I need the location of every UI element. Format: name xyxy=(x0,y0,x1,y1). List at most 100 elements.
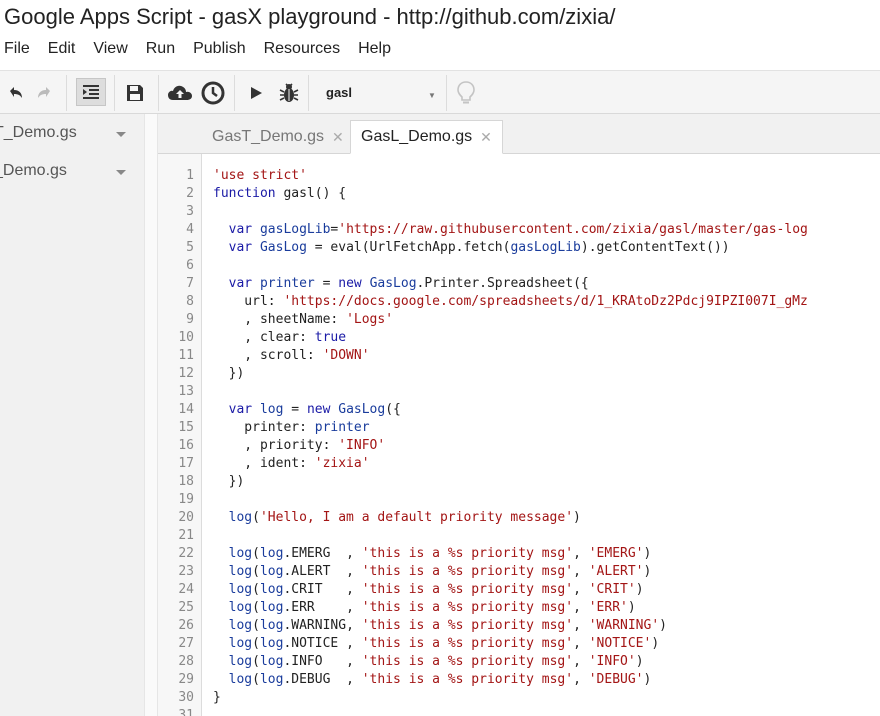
code-line: log(log.WARNING, 'this is a %s priority … xyxy=(213,617,667,635)
line-number: 25 xyxy=(178,600,194,615)
code-line: url: 'https://docs.google.com/spreadshee… xyxy=(213,293,808,311)
code-token: ) xyxy=(659,618,667,633)
code-token: = xyxy=(283,402,307,417)
code-token: ( xyxy=(252,654,260,669)
sidebar-resize-handle[interactable] xyxy=(144,114,158,716)
tab-gasl-demo[interactable]: GasL_Demo.gs ✕ xyxy=(350,120,503,154)
code-token: 'this is a %s priority msg' xyxy=(361,546,574,561)
caret-down-icon[interactable] xyxy=(116,132,126,137)
code-token: new xyxy=(338,276,362,291)
line-number-gutter: 1 2 3 4 5 6 7 8 9 10 11 12 13 14 15 16 17 18 19 20 21 22 23 24 2… xyxy=(158,154,202,716)
code-token: log xyxy=(259,672,284,687)
line-number: 21 xyxy=(178,528,194,543)
code-token: , xyxy=(573,618,589,633)
code-token: 'this is a %s priority msg' xyxy=(361,618,574,633)
code-token: 'use strict' xyxy=(213,168,307,183)
code-token: log xyxy=(259,618,284,633)
clock-icon[interactable] xyxy=(200,71,226,114)
line-number: 16 xyxy=(178,438,194,453)
line-number: 9 xyxy=(186,312,194,327)
code-token: .INFO , xyxy=(283,654,362,669)
cloud-upload-icon[interactable] xyxy=(166,71,194,114)
code-line: log(log.ERR , 'this is a %s priority msg… xyxy=(213,599,636,617)
code-line: var GasLog = eval(UrlFetchApp.fetch(gasL… xyxy=(213,239,730,257)
menu-run[interactable]: Run xyxy=(146,40,175,62)
file-item[interactable]: T_Demo.gs xyxy=(0,116,144,150)
close-icon[interactable]: ✕ xyxy=(332,129,344,146)
line-number: 8 xyxy=(186,294,194,309)
code-token: ) xyxy=(643,546,652,561)
undo-icon[interactable] xyxy=(4,71,26,114)
code-token: log xyxy=(228,582,253,597)
code-token: log xyxy=(259,600,284,615)
code-token: printer: xyxy=(213,420,315,435)
code-token: ( xyxy=(252,564,260,579)
code-token: log xyxy=(228,510,253,525)
menu-resources[interactable]: Resources xyxy=(264,40,340,62)
indent-icon[interactable] xyxy=(76,78,106,106)
run-icon[interactable] xyxy=(244,71,268,114)
code-token: , xyxy=(573,636,589,651)
line-number: 5 xyxy=(186,240,194,255)
menu-view[interactable]: View xyxy=(93,40,127,62)
code-line: function gasl() { xyxy=(213,185,346,203)
save-icon[interactable] xyxy=(122,71,148,114)
file-name: T_Demo.gs xyxy=(0,124,77,141)
line-number: 2 xyxy=(186,186,194,201)
code-token: gasLogLib xyxy=(259,222,331,237)
code-token: log xyxy=(259,546,284,561)
code-line: var gasLogLib='https://raw.githubusercon… xyxy=(213,221,808,239)
code-line: }) xyxy=(213,473,245,491)
code-token: log xyxy=(228,672,253,687)
menu-file[interactable]: File xyxy=(4,40,30,62)
code-token: 'NOTICE' xyxy=(588,636,652,651)
code-token: log xyxy=(259,564,284,579)
menu-publish[interactable]: Publish xyxy=(193,40,245,62)
line-number: 3 xyxy=(186,204,194,219)
debug-icon[interactable] xyxy=(276,71,302,114)
line-number: 19 xyxy=(178,492,194,507)
code-token: ( xyxy=(252,582,260,597)
code-token: 'INFO' xyxy=(588,654,636,669)
line-number: 23 xyxy=(178,564,194,579)
code-token: ).getContentText()) xyxy=(580,240,730,255)
code-token: true xyxy=(314,330,347,345)
code-line: var printer = new GasLog.Printer.Spreads… xyxy=(213,275,589,293)
lightbulb-icon[interactable] xyxy=(452,71,480,114)
file-item[interactable]: _Demo.gs xyxy=(0,154,144,188)
code-token: , priority: xyxy=(213,438,339,453)
code-token: GasLog xyxy=(259,240,307,255)
caret-down-icon[interactable] xyxy=(116,170,126,175)
code-token: ( xyxy=(252,546,260,561)
code-token: log xyxy=(228,618,253,633)
code-line: log(log.DEBUG , 'this is a %s priority m… xyxy=(213,671,652,689)
code-token: , xyxy=(573,546,589,561)
line-number: 13 xyxy=(178,384,194,399)
tab-gast-demo[interactable]: GasT_Demo.gs ✕ xyxy=(202,120,354,154)
close-icon[interactable]: ✕ xyxy=(480,129,492,146)
redo-icon[interactable] xyxy=(34,71,56,114)
line-number: 22 xyxy=(178,546,194,561)
editor-tabs: GasT_Demo.gs ✕ GasL_Demo.gs ✕ xyxy=(158,114,880,154)
menu-help[interactable]: Help xyxy=(358,40,391,62)
line-number: 30 xyxy=(178,690,194,705)
function-select[interactable]: gasl ▼ xyxy=(312,71,444,114)
code-editor[interactable]: 1 2 3 4 5 6 7 8 9 10 11 12 13 14 15 16 17 18 19 20 21 22 23 24 2… xyxy=(158,154,880,716)
chevron-down-icon: ▼ xyxy=(428,91,436,100)
line-number: 15 xyxy=(178,420,194,435)
code-token: ) xyxy=(643,564,652,579)
code-token: log xyxy=(228,564,253,579)
code-token: 'https://raw.githubusercontent.com/zixia… xyxy=(338,222,808,237)
code-token: 'INFO' xyxy=(338,438,386,453)
code-token: .DEBUG , xyxy=(283,672,362,687)
line-number: 28 xyxy=(178,654,194,669)
menu-edit[interactable]: Edit xyxy=(48,40,76,62)
code-token: log xyxy=(228,636,253,651)
